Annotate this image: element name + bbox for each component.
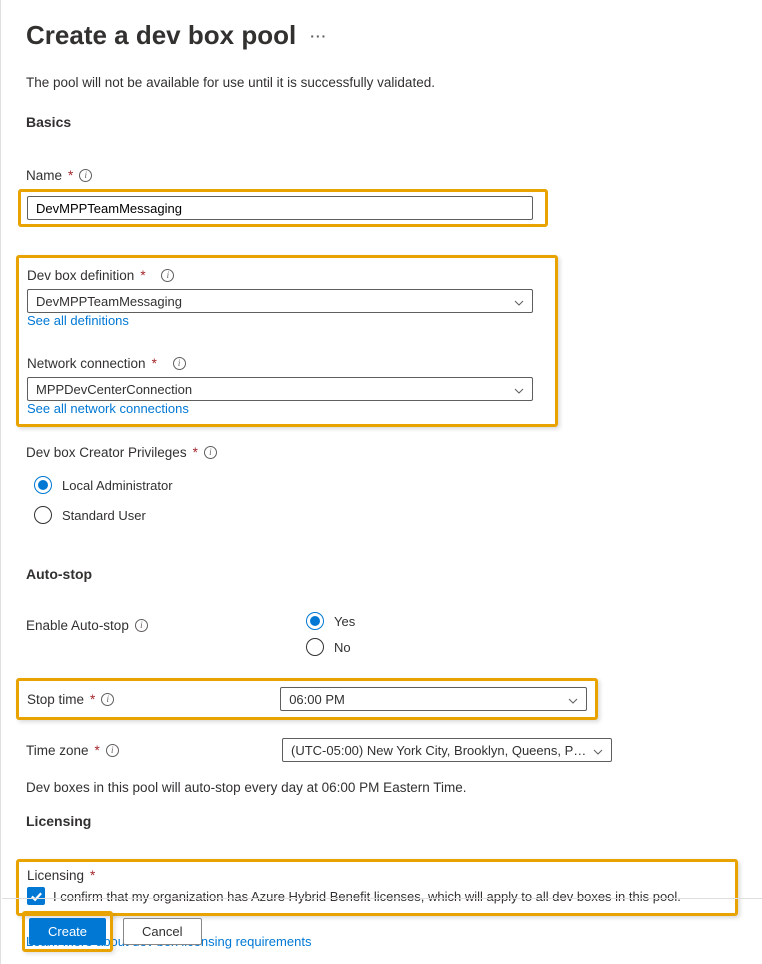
chevron-down-icon [568, 694, 578, 704]
enable-autostop-label: Enable Auto-stop i [26, 618, 306, 633]
definition-select[interactable]: DevMPPTeamMessaging [27, 289, 533, 313]
name-input[interactable] [27, 196, 533, 220]
cancel-button[interactable]: Cancel [123, 918, 201, 945]
required-marker: * [140, 268, 145, 283]
autostop-note: Dev boxes in this pool will auto-stop ev… [26, 780, 738, 795]
chevron-down-icon [514, 384, 524, 394]
section-autostop: Auto-stop [26, 566, 738, 582]
intro-text: The pool will not be available for use u… [26, 75, 738, 90]
info-icon[interactable]: i [161, 269, 174, 282]
info-icon[interactable]: i [101, 693, 114, 706]
timezone-label: Time zone * i [26, 743, 282, 758]
info-icon[interactable]: i [173, 357, 186, 370]
see-all-network-link[interactable]: See all network connections [27, 401, 189, 416]
info-icon[interactable]: i [135, 619, 148, 632]
licensing-label: Licensing * [27, 868, 727, 883]
required-marker: * [90, 692, 95, 707]
required-marker: * [90, 868, 95, 883]
info-icon[interactable]: i [204, 446, 217, 459]
timezone-select[interactable]: (UTC-05:00) New York City, Brooklyn, Que… [282, 738, 612, 762]
page-title-text: Create a dev box pool [26, 20, 296, 51]
radio-autostop-yes-label: Yes [334, 614, 355, 629]
more-icon[interactable]: ··· [310, 28, 327, 44]
required-marker: * [95, 743, 100, 758]
radio-autostop-no-label: No [334, 640, 351, 655]
radio-local-admin[interactable] [34, 476, 52, 494]
network-select[interactable]: MPPDevCenterConnection [27, 377, 533, 401]
radio-autostop-yes[interactable] [306, 612, 324, 630]
chevron-down-icon [514, 296, 524, 306]
create-button[interactable]: Create [29, 918, 106, 945]
stop-time-select[interactable]: 06:00 PM [280, 687, 587, 711]
info-icon[interactable]: i [79, 169, 92, 182]
section-basics: Basics [26, 114, 738, 130]
radio-standard-user[interactable] [34, 506, 52, 524]
radio-autostop-no[interactable] [306, 638, 324, 656]
see-all-definitions-link[interactable]: See all definitions [27, 313, 129, 328]
section-licensing: Licensing [26, 813, 738, 829]
privileges-label: Dev box Creator Privileges * i [26, 445, 738, 460]
definition-label: Dev box definition * i [27, 268, 547, 283]
radio-standard-user-label: Standard User [62, 508, 146, 523]
network-label: Network connection * i [27, 356, 547, 371]
required-marker: * [68, 168, 73, 183]
name-label: Name * i [26, 168, 738, 183]
chevron-down-icon [593, 745, 603, 755]
page-title: Create a dev box pool ··· [26, 20, 738, 51]
required-marker: * [152, 356, 157, 371]
info-icon[interactable]: i [106, 744, 119, 757]
required-marker: * [193, 445, 198, 460]
radio-local-admin-label: Local Administrator [62, 478, 173, 493]
stop-time-label: Stop time * i [27, 692, 280, 707]
footer: Create Cancel [2, 898, 762, 964]
